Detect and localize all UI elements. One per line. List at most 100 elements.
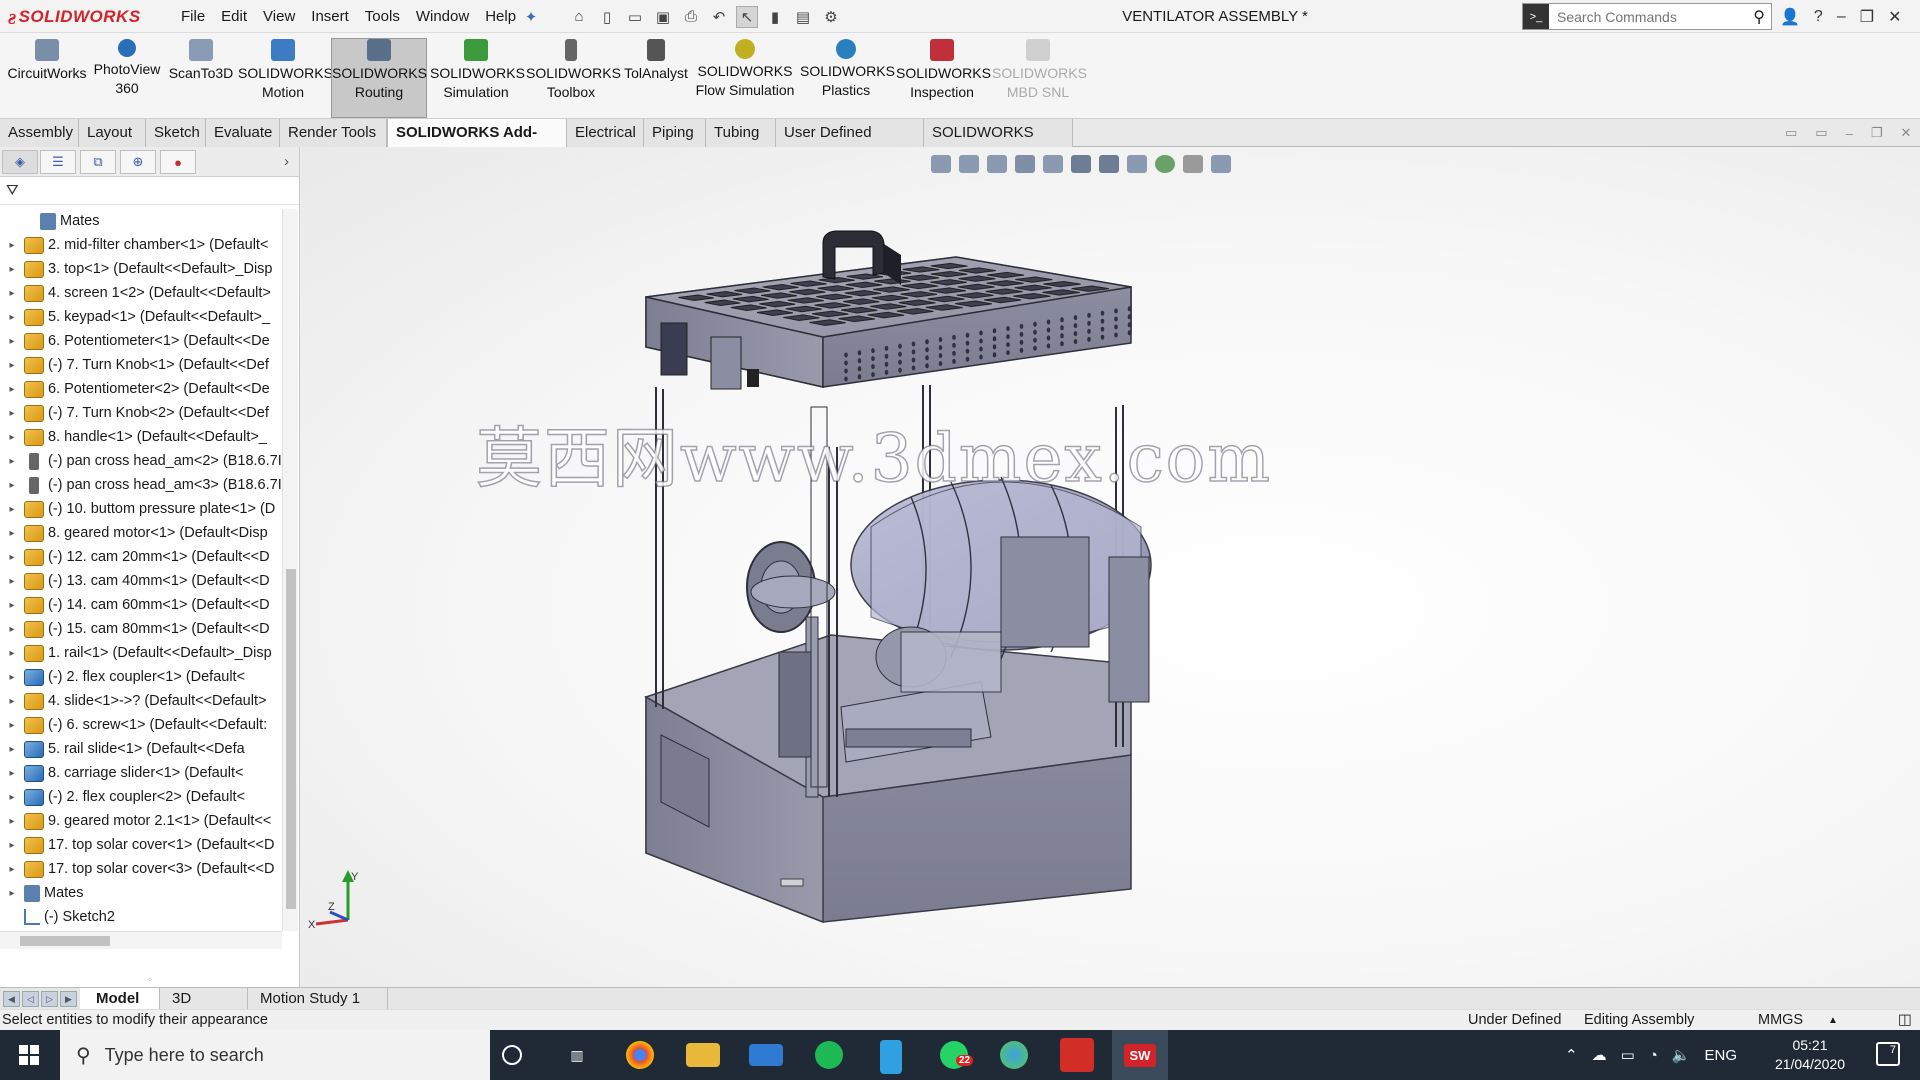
tree-vertical-scrollbar[interactable]	[282, 209, 298, 931]
units-selector[interactable]: MMGS	[1758, 1012, 1803, 1028]
expand-arrow-icon[interactable]: ▸	[0, 576, 24, 587]
graphics-area[interactable]: 莫西网www.3dmex.com	[301, 147, 1920, 987]
expand-panel-icon[interactable]: ›	[284, 153, 289, 170]
tab-piping[interactable]: Piping	[644, 119, 706, 147]
tab-user-defined-route[interactable]: User Defined Route	[776, 119, 924, 168]
solidworks-logo[interactable]: ƨ SOLIDWORKS	[8, 0, 153, 33]
filter-icon[interactable]: ⛛	[6, 182, 19, 199]
solidworks-plastics-button[interactable]: SOLIDWORKS Plastics	[800, 39, 895, 117]
help-icon[interactable]: ?	[1814, 8, 1823, 26]
expand-arrow-icon[interactable]: ▸	[0, 696, 24, 707]
tab-electrical[interactable]: Electrical	[567, 119, 644, 147]
solidworks-motion-button[interactable]: SOLIDWORKS Motion	[238, 39, 333, 117]
menu-file[interactable]: File	[173, 8, 213, 25]
pin-icon[interactable]: ✦	[520, 6, 542, 28]
expand-arrow-icon[interactable]: ▸	[0, 744, 24, 755]
taskbar-clock[interactable]: 05:21 21/04/2020	[1760, 1036, 1860, 1074]
expand-arrow-icon[interactable]: ▸	[0, 288, 24, 299]
tree-item-component[interactable]: ▸ 8. handle<1> (Default<<Default>_	[0, 425, 282, 449]
edge-icon[interactable]	[1000, 1041, 1028, 1069]
expand-arrow-icon[interactable]: ▸	[0, 456, 24, 467]
tree-item-component[interactable]: ▸ (-) 15. cam 80mm<1> (Default<<D	[0, 617, 282, 641]
tree-item-component[interactable]: ▸ 17. top solar cover<3> (Default<<D	[0, 857, 282, 881]
expand-arrow-icon[interactable]: ▸	[0, 432, 24, 443]
tree-item-component[interactable]: ▸ (-) 7. Turn Knob<2> (Default<<Def	[0, 401, 282, 425]
tree-item-component[interactable]: ▸ (-) 2. flex coupler<2> (Default<	[0, 785, 282, 809]
undo-icon[interactable]: ↶	[708, 6, 730, 28]
filter-bar[interactable]: ⛛	[0, 177, 299, 205]
tree-item-component[interactable]: ▸ 4. slide<1>->? (Default<<Default>	[0, 689, 282, 713]
language-indicator[interactable]: ENG	[1705, 1047, 1738, 1064]
property-manager-tab-icon[interactable]: ☰	[40, 150, 76, 174]
tree-item-component[interactable]: ▸ 5. keypad<1> (Default<<Default>_	[0, 305, 282, 329]
tab-model[interactable]: Model	[80, 988, 160, 1010]
expand-arrow-icon[interactable]: ▸	[0, 624, 24, 635]
windows-start-icon[interactable]	[0, 1030, 58, 1080]
tree-item-component[interactable]: ▸ 6. Potentiometer<2> (Default<<De	[0, 377, 282, 401]
tree-item-component[interactable]: ▸ 9. geared motor 2.1<1> (Default<<	[0, 809, 282, 833]
options-gear-icon[interactable]: ⚙	[820, 6, 842, 28]
tab-3d-views[interactable]: 3D Views	[160, 988, 248, 1028]
notification-center-icon[interactable]: 7	[1876, 1042, 1900, 1066]
expand-arrow-icon[interactable]: ▸	[0, 768, 24, 779]
user-icon[interactable]: 👤	[1780, 7, 1800, 27]
solidworks-taskbar-icon[interactable]: SW	[1112, 1030, 1168, 1080]
expand-arrow-icon[interactable]: ▸	[0, 408, 24, 419]
tab-evaluate[interactable]: Evaluate	[206, 119, 280, 147]
save-icon[interactable]: ▣	[652, 6, 674, 28]
quick-tips-icon[interactable]: ◫	[1898, 1012, 1912, 1028]
dimxpert-tab-icon[interactable]: ⊕	[120, 150, 156, 174]
tree-item-component[interactable]: ▸ 5. rail slide<1> (Default<<Defa	[0, 737, 282, 761]
expand-arrow-icon[interactable]: ▸	[0, 792, 24, 803]
expand-arrow-icon[interactable]: ▸	[0, 336, 24, 347]
expand-arrow-icon[interactable]: ▸	[0, 648, 24, 659]
expand-arrow-icon[interactable]: ▸	[0, 312, 24, 323]
tab-assembly[interactable]: Assembly	[0, 119, 79, 147]
doc-close-icon[interactable]: ✕	[1900, 125, 1911, 141]
menu-window[interactable]: Window	[408, 8, 477, 25]
circuitworks-button[interactable]: CircuitWorks	[4, 39, 90, 117]
expand-arrow-icon[interactable]: ▸	[0, 552, 24, 563]
solidworks-routing-button[interactable]: SOLIDWORKS Routing	[331, 38, 427, 118]
tab-solidworks-mbd[interactable]: SOLIDWORKS MBD	[924, 119, 1073, 168]
tree-item-component[interactable]: ▸ (-) 12. cam 20mm<1> (Default<<D	[0, 545, 282, 569]
tree-item-component[interactable]: ▸ 4. screen 1<2> (Default<<Default>	[0, 281, 282, 305]
minimize-icon[interactable]: –	[1837, 8, 1846, 26]
tab-tubing[interactable]: Tubing	[706, 119, 776, 147]
spotify-icon[interactable]	[815, 1041, 843, 1069]
rebuild-icon[interactable]: ▮	[764, 6, 786, 28]
onedrive-icon[interactable]: ☁	[1592, 1046, 1607, 1064]
display-manager-tab-icon[interactable]: ●	[160, 150, 196, 174]
tab-layout[interactable]: Layout	[79, 119, 146, 147]
close-icon[interactable]: ✕	[1888, 7, 1901, 27]
flow-simulation-button[interactable]: SOLIDWORKS Flow Simulation	[692, 39, 798, 117]
tree-item-component[interactable]: ▸ 3. top<1> (Default<<Default>_Disp	[0, 257, 282, 281]
tree-item-component[interactable]: ▸ 6. Potentiometer<1> (Default<<De	[0, 329, 282, 353]
doc-restore-icon[interactable]: ❐	[1871, 125, 1883, 141]
tree-item-component[interactable]: ▸ 8. carriage slider<1> (Default<	[0, 761, 282, 785]
menu-help[interactable]: Help	[477, 8, 524, 25]
tree-item-component[interactable]: ▸ 8. geared motor<1> (Default<Disp	[0, 521, 282, 545]
scanto3d-button[interactable]: ScanTo3D	[166, 39, 236, 117]
expand-arrow-icon[interactable]: ▸	[0, 240, 24, 251]
file-explorer-icon[interactable]	[686, 1043, 720, 1067]
mail-icon[interactable]	[749, 1044, 783, 1066]
expand-arrow-icon[interactable]: ▸	[0, 864, 24, 875]
tolanalyst-button[interactable]: TolAnalyst	[620, 39, 692, 117]
expand-arrow-icon[interactable]: ▸	[0, 840, 24, 851]
tree-item-component[interactable]: ▸ (-) 7. Turn Knob<1> (Default<<Def	[0, 353, 282, 377]
acrobat-icon[interactable]	[1060, 1038, 1094, 1072]
tree-item-component[interactable]: ▸ (-) 2. flex coupler<1> (Default<	[0, 665, 282, 689]
expand-arrow-icon[interactable]: ▸	[0, 600, 24, 611]
menu-edit[interactable]: Edit	[213, 8, 255, 25]
document-app-icon[interactable]	[880, 1040, 902, 1074]
tree-item-component[interactable]: ▸ 17. top solar cover<1> (Default<<D	[0, 833, 282, 857]
last-tab-icon[interactable]: ▶	[60, 991, 77, 1007]
tree-item-component[interactable]: ▸ (-) 10. buttom pressure plate<1> (D	[0, 497, 282, 521]
print-icon[interactable]: ⎙	[680, 6, 702, 28]
menu-tools[interactable]: Tools	[357, 8, 408, 25]
solidworks-toolbox-button[interactable]: SOLIDWORKS Toolbox	[526, 39, 621, 117]
tree-item-component[interactable]: ▸ (-) 6. screw<1> (Default<<Default:	[0, 713, 282, 737]
solidworks-simulation-button[interactable]: SOLIDWORKS Simulation	[430, 39, 525, 117]
configuration-manager-tab-icon[interactable]: ⧉	[80, 150, 116, 174]
